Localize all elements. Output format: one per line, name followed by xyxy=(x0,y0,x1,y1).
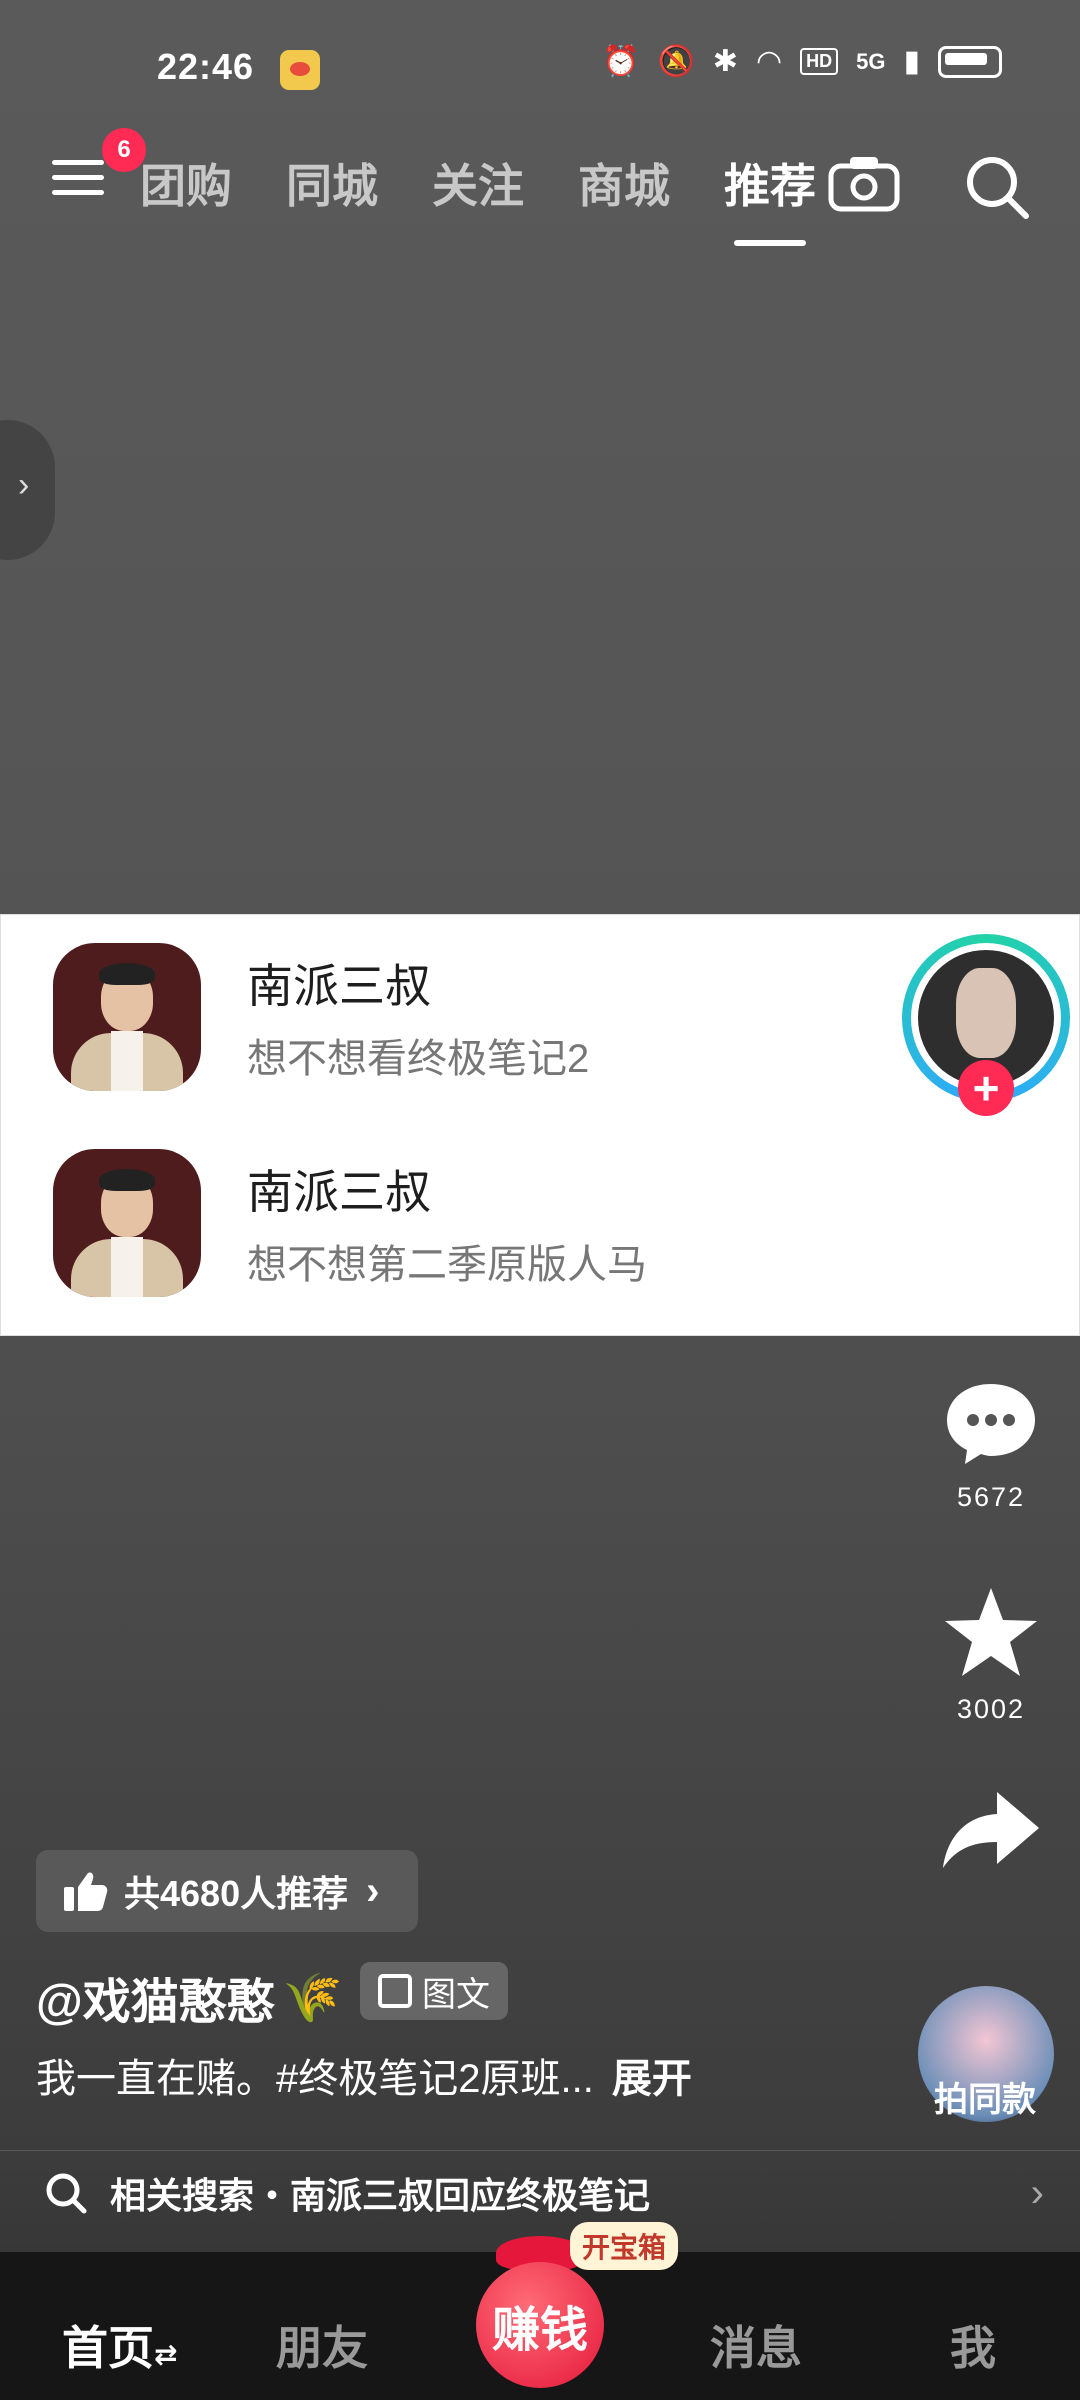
comment-row[interactable]: 南派三叔 想不想看终极笔记2 xyxy=(53,943,589,1091)
comment-author: 南派三叔 xyxy=(247,960,431,1012)
side-panel-handle[interactable]: › xyxy=(0,420,55,560)
comment-author: 南派三叔 xyxy=(247,1166,431,1218)
description-text: 我一直在赌。#终极笔记2原班... xyxy=(36,2057,594,2101)
avatar xyxy=(53,943,201,1091)
network-label: 5G xyxy=(856,48,886,74)
alarm-icon: ⏰ xyxy=(602,45,640,78)
nav-home[interactable]: 首页⇄ xyxy=(62,2312,177,2378)
share-button[interactable] xyxy=(936,1788,1046,1872)
wifi-icon: ◠ xyxy=(755,45,783,78)
camera-icon[interactable] xyxy=(828,154,900,212)
weibo-app-icon xyxy=(280,50,320,90)
tab-recommend[interactable]: 推荐 xyxy=(724,150,816,246)
hd-badge: HD xyxy=(800,48,839,75)
follow-button[interactable]: + xyxy=(958,1060,1014,1116)
thumbs-up-icon xyxy=(64,1872,108,1911)
tab-following[interactable]: 关注 xyxy=(432,150,524,216)
favorite-button[interactable]: 3002 xyxy=(936,1584,1046,1725)
chevron-right-icon: › xyxy=(1030,2171,1044,2215)
comment-row[interactable]: 南派三叔 想不想第二季原版人马 xyxy=(53,1149,647,1297)
post-type-label: 图文 xyxy=(422,1975,490,2014)
nav-me[interactable]: 我 xyxy=(950,2312,996,2378)
tab-mall[interactable]: 商城 xyxy=(578,150,670,216)
post-description[interactable]: 我一直在赌。#终极笔记2原班... 展开 xyxy=(36,2046,692,2104)
like-count: 8.3万 xyxy=(952,1283,1015,1313)
search-icon[interactable] xyxy=(964,154,1030,220)
related-search-bar[interactable]: 相关搜索・南派三叔回应终极笔记 › xyxy=(0,2150,1080,2235)
chevron-right-icon: › xyxy=(18,466,30,504)
recommend-text: 共4680人推荐 xyxy=(124,1873,349,1914)
author-name[interactable]: @戏猫憨憨 🌾 xyxy=(36,1962,343,2032)
battery-icon xyxy=(938,45,1002,78)
share-arrow-icon xyxy=(943,1792,1039,1868)
avatar xyxy=(53,1149,201,1297)
star-icon xyxy=(945,1588,1037,1676)
nav-friends[interactable]: 朋友 xyxy=(276,2312,368,2378)
recommend-pill[interactable]: 共4680人推荐 › xyxy=(36,1850,418,1932)
related-search-text: 相关搜索・南派三叔回应终极笔记 xyxy=(110,2175,651,2216)
search-icon xyxy=(46,2173,87,2214)
status-icons: ⏰ 🔕 ✱ ◠ HD 5G ▮ xyxy=(602,44,1002,79)
image-text-icon xyxy=(378,1974,412,2008)
post-type-tag: 图文 xyxy=(360,1962,508,2020)
comment-text: 想不想第二季原版人马 xyxy=(247,1243,647,1287)
tab-same-city[interactable]: 同城 xyxy=(286,150,378,216)
like-overlay-text: 10:27 xyxy=(928,1170,1039,1219)
author-handle: @戏猫憨憨 xyxy=(36,1976,275,2029)
mute-icon: 🔕 xyxy=(657,45,695,78)
expand-link[interactable]: 展开 xyxy=(612,2057,692,2101)
menu-icon[interactable] xyxy=(52,160,104,204)
signal-icon: ▮ xyxy=(903,45,920,78)
bluetooth-icon: ✱ xyxy=(712,45,738,78)
comment-button[interactable]: 5672 xyxy=(936,1378,1046,1513)
comment-count: 5672 xyxy=(956,1482,1026,1512)
comment-text: 想不想看终极笔记2 xyxy=(247,1037,590,1081)
top-tabs: 团购 同城 关注 商城 推荐 xyxy=(140,150,816,246)
open-chest-badge[interactable]: 开宝箱 xyxy=(570,2222,679,2270)
comment-bubble-icon xyxy=(947,1384,1035,1464)
status-time: 22:46 xyxy=(157,46,255,87)
tab-group-buy[interactable]: 团购 xyxy=(140,150,232,216)
same-style-label[interactable]: 拍同款 xyxy=(934,2072,1036,2121)
chevron-right-icon: › xyxy=(366,1868,380,1913)
nav-messages[interactable]: 消息 xyxy=(710,2312,802,2378)
nav-home-label: 首页 xyxy=(62,2322,154,2374)
switch-icon: ⇄ xyxy=(154,2339,178,2370)
favorite-count: 3002 xyxy=(956,1694,1026,1724)
earn-button[interactable]: 赚钱 xyxy=(476,2262,604,2388)
wheat-icon: 🌾 xyxy=(282,1971,343,2025)
